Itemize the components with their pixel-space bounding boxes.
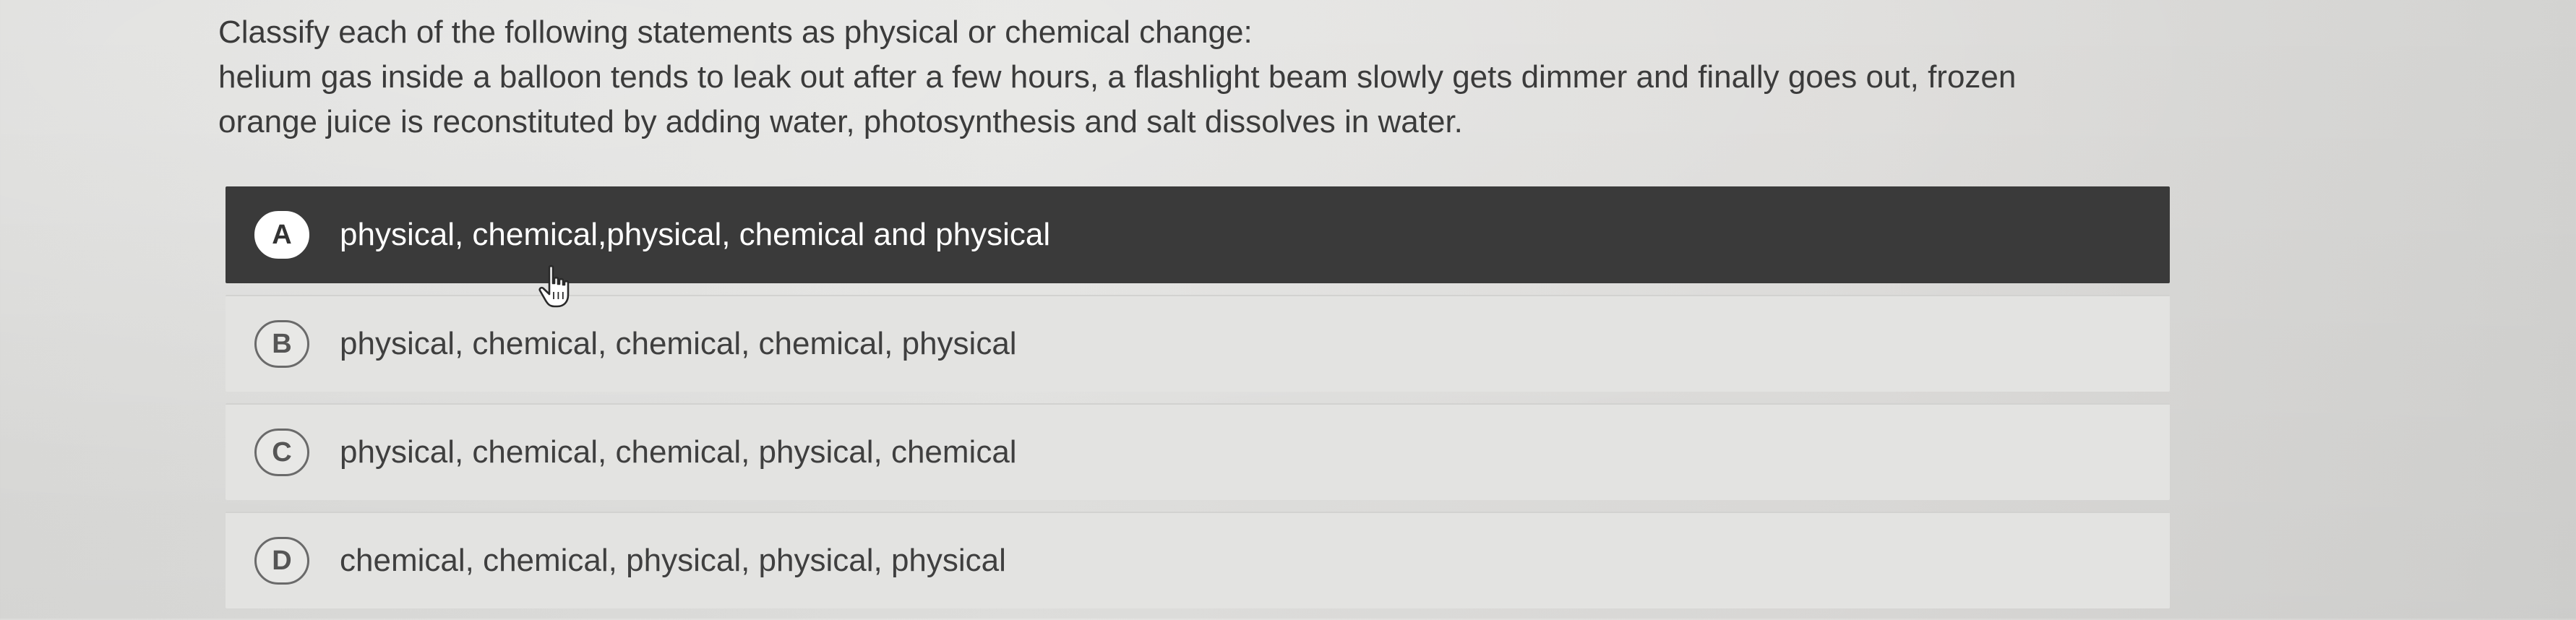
option-a[interactable]: A physical, chemical,physical, chemical … — [226, 186, 2170, 283]
answer-options: A physical, chemical,physical, chemical … — [226, 186, 2170, 620]
question-line-1: Classify each of the following statement… — [218, 14, 1253, 50]
hand-pointer-icon — [538, 264, 570, 308]
option-a-label: physical, chemical,physical, chemical an… — [340, 217, 1051, 252]
option-c[interactable]: C physical, chemical, chemical, physical… — [226, 403, 2170, 500]
question-line-2: helium gas inside a balloon tends to lea… — [218, 59, 2017, 95]
question-line-3: orange juice is reconstituted by adding … — [218, 104, 1463, 139]
option-b-letter-badge: B — [254, 320, 309, 368]
option-a-letter-badge: A — [254, 211, 309, 259]
option-d[interactable]: D chemical, chemical, physical, physical… — [226, 512, 2170, 608]
option-c-letter-badge: C — [254, 429, 309, 476]
option-b[interactable]: B physical, chemical, chemical, chemical… — [226, 295, 2170, 392]
option-d-letter-badge: D — [254, 537, 309, 585]
question-text: Classify each of the following statement… — [218, 10, 2170, 145]
option-b-label: physical, chemical, chemical, chemical, … — [340, 326, 1017, 361]
option-c-label: physical, chemical, chemical, physical, … — [340, 434, 1017, 470]
option-d-label: chemical, chemical, physical, physical, … — [340, 543, 1006, 578]
